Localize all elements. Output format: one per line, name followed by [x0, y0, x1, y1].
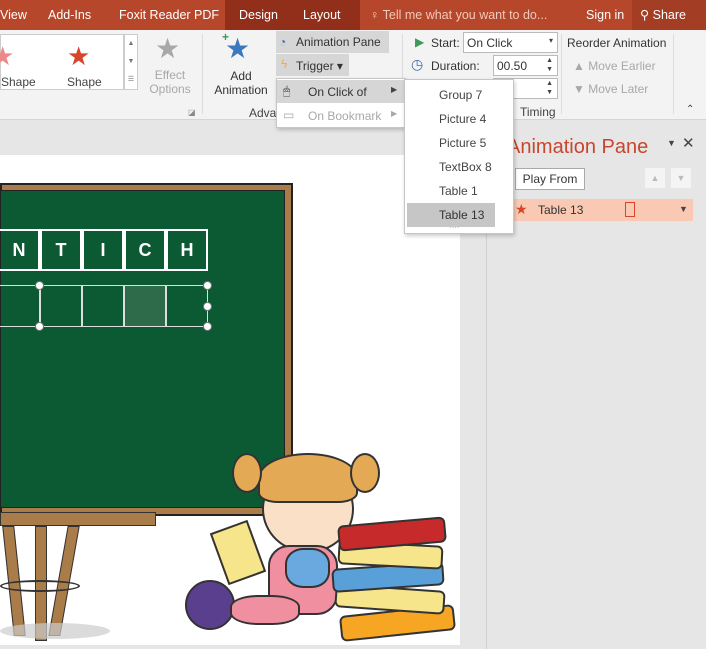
add-animation-button[interactable]: Add Animation — [206, 69, 276, 97]
mouse-icon: 🖱 — [283, 84, 291, 98]
easel-ring — [0, 580, 80, 592]
submenu-item[interactable]: Picture 4 — [407, 107, 495, 131]
duration-label: Duration: — [431, 59, 480, 73]
submenu-item[interactable]: Table 1 — [407, 179, 495, 203]
resize-handle[interactable] — [203, 302, 212, 311]
duration-spinner[interactable]: 00.50 ▲ ▼ — [493, 55, 558, 76]
tab-view[interactable]: View — [0, 8, 27, 22]
pane-options-icon[interactable]: ▼ — [667, 138, 676, 148]
tell-me-search[interactable]: ♀ Tell me what you want to do... — [370, 8, 547, 22]
slide-canvas[interactable]: N T I C H — [0, 155, 460, 645]
table-cell[interactable] — [166, 285, 208, 327]
table-cell[interactable]: T — [40, 229, 82, 271]
trigger-menu: 🖱 On Click of ▶ ▭ On Bookmark ▶ — [276, 78, 406, 128]
close-icon[interactable]: ✕ — [682, 134, 695, 152]
play-icon: ▶ — [415, 35, 425, 49]
resize-handle[interactable] — [203, 322, 212, 331]
bookmark-icon: ▭ — [283, 108, 295, 122]
animation-pane-button[interactable]: ◔ Animation Pane — [276, 31, 389, 53]
animation-pane: Animation Pane ▼ ✕ Play From ▲ ▼ ★ Table… — [486, 120, 706, 649]
plus-icon: + — [222, 30, 230, 44]
table-cell[interactable] — [0, 285, 40, 327]
start-select[interactable]: On Click ▾ — [463, 32, 558, 53]
resize-handle[interactable] — [35, 322, 44, 331]
timeline-bar — [625, 202, 635, 217]
animation-gallery[interactable]: ★ Shape ★ Shape — [0, 34, 124, 90]
star-icon: ★ — [67, 41, 91, 71]
collapse-ribbon-icon[interactable]: ⌃ — [686, 104, 694, 115]
item-dropdown-icon[interactable]: ▼ — [679, 204, 688, 214]
table-cell-selected[interactable] — [124, 285, 166, 327]
resize-handle[interactable] — [203, 281, 212, 290]
effect-star-icon: ★ — [155, 33, 181, 64]
move-up-button[interactable]: ▲ — [645, 168, 665, 188]
sign-in-link[interactable]: Sign in — [586, 8, 624, 22]
group-label-timing: Timing — [520, 105, 556, 119]
trigger-button[interactable]: ϟ Trigger ▾ — [276, 54, 349, 76]
share-button[interactable]: ⚲ Share — [632, 0, 706, 30]
table-cell[interactable] — [40, 285, 82, 327]
submenu-item[interactable]: Picture 5 — [407, 131, 495, 155]
menu-item-on-click-of[interactable]: 🖱 On Click of ▶ — [277, 80, 405, 103]
table-cell[interactable]: C — [124, 229, 166, 271]
tab-foxit[interactable]: Foxit Reader PDF — [119, 8, 219, 22]
pane-title: Animation Pane — [507, 136, 649, 158]
group-label-advanced: Adva — [249, 106, 277, 120]
resize-handle[interactable] — [35, 281, 44, 290]
dialog-launcher-icon[interactable]: ◪ — [188, 108, 196, 117]
trigger-submenu: Group 7 Picture 4 Picture 5 TextBox 8 Ta… — [404, 79, 514, 234]
star-icon: ★ — [0, 41, 15, 71]
play-from-button[interactable]: Play From — [515, 168, 585, 190]
table-cell[interactable]: H — [166, 229, 208, 271]
tab-add-ins[interactable]: Add-Ins — [48, 8, 91, 22]
submenu-item[interactable]: TextBox 8 — [407, 155, 495, 179]
gallery-item-label: Shape — [67, 75, 102, 89]
move-later-button[interactable]: ▼ Move Later — [573, 82, 648, 96]
animation-pane-icon: ◔ — [279, 35, 287, 49]
lightbulb-icon: ♀ — [370, 8, 380, 22]
table-cell[interactable]: N — [0, 229, 40, 271]
chalk-ledge — [0, 512, 156, 526]
animation-list-item[interactable]: ★ Table 13 ▼ — [509, 199, 693, 221]
gallery-scroll[interactable]: ▲ ▼ ☰ — [124, 34, 138, 90]
table-cell[interactable] — [82, 285, 124, 327]
menu-item-on-bookmark[interactable]: ▭ On Bookmark ▶ — [277, 104, 405, 127]
table-cell[interactable]: I — [82, 229, 124, 271]
item-label: Table 13 — [538, 203, 584, 217]
gallery-item-label: Shape — [1, 75, 36, 89]
start-label: Start: — [431, 36, 460, 50]
tab-layout[interactable]: Layout — [303, 8, 341, 22]
submenu-item[interactable]: Group 7 — [407, 83, 495, 107]
reorder-label: Reorder Animation — [567, 36, 667, 50]
lightning-icon: ϟ — [281, 57, 288, 71]
move-earlier-button[interactable]: ▲ Move Earlier — [573, 59, 656, 73]
clock-icon: ◷ — [411, 56, 424, 72]
shadow — [0, 623, 110, 639]
person-icon: ⚲ — [640, 8, 650, 22]
ribbon-tab-bar: View Add-Ins Foxit Reader PDF Design Lay… — [0, 0, 706, 30]
tab-design[interactable]: Design — [239, 8, 278, 22]
move-down-button[interactable]: ▼ — [671, 168, 691, 188]
effect-options-button[interactable]: Effect Options — [145, 68, 195, 96]
resize-grip[interactable]: ···· — [449, 223, 460, 232]
star-icon: ★ — [515, 201, 528, 217]
